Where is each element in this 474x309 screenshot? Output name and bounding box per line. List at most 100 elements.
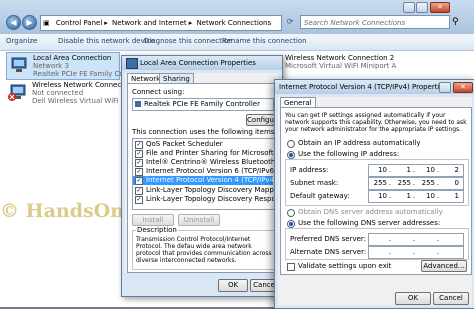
search-placeholder: Search Network Connections — [304, 19, 406, 27]
back-arrow-icon[interactable]: ◀ — [6, 15, 21, 30]
dialog-title: Internet Protocol Version 4 (TCP/IPv4) P… — [279, 83, 448, 91]
dialog-body: Networking Sharing Connect using: Realte… — [125, 73, 282, 273]
item-checkbox[interactable]: ✓ — [135, 141, 143, 149]
octet: 10 — [378, 192, 387, 200]
search-icon[interactable]: ⚲ — [452, 15, 464, 29]
tab-panel: You can get IP settings assigned automat… — [280, 107, 472, 275]
ip-address-field[interactable]: 10. 1. 10. 2 — [368, 164, 464, 177]
octet: 255 — [397, 179, 411, 187]
items-label: This connection uses the following items… — [132, 128, 277, 136]
radio-label: Use the following DNS server addresses: — [298, 219, 441, 227]
tab-panel: Connect using: Realtek PCIe FE Family Co… — [127, 83, 282, 273]
octet: 0 — [454, 179, 459, 187]
organize-button[interactable]: Organize — [6, 37, 37, 45]
network-icon — [126, 58, 138, 69]
gateway-label: Default gateway: — [290, 192, 350, 200]
ip-group: IP address: 10. 1. 10. 2 Subnet mask: 255. 2… — [285, 159, 469, 206]
dns-group: Preferred DNS server: ... Alternate DNS … — [285, 228, 469, 260]
item-label: QoS Packet Scheduler — [146, 140, 223, 148]
octet: 10 — [426, 166, 435, 174]
connection-name: Wireless Network Connection 2 — [285, 54, 395, 62]
uninstall-button[interactable]: Uninstall — [178, 214, 220, 226]
subnet-mask-field[interactable]: 255. 255. 255. 0 — [368, 177, 464, 190]
description-group: Description Transmission Control Protoco… — [132, 226, 276, 270]
help-button[interactable] — [439, 82, 451, 93]
breadcrumb-item[interactable]: Network Connections — [194, 19, 273, 27]
minimize-button[interactable] — [403, 2, 415, 13]
dns-alt-label: Alternate DNS server: — [290, 248, 367, 256]
item-label: Intel® Centrino® Wireless Bluetooth® 3.0… — [146, 158, 275, 166]
refresh-icon[interactable]: ⟳ — [284, 15, 296, 29]
octet: 255 — [373, 179, 387, 187]
default-gateway-field[interactable]: 10. 1. 10. 1 — [368, 190, 464, 203]
octet: 10 — [426, 192, 435, 200]
intro-text: You can get IP settings assigned automat… — [285, 112, 467, 133]
item-label: Link-Layer Topology Discovery Responder — [146, 195, 275, 203]
octet: 2 — [454, 166, 459, 174]
error-x-icon — [8, 93, 16, 101]
connection-adapter: Microsoft Virtual WiFi Miniport A — [285, 62, 397, 70]
preferred-dns-field[interactable]: ... — [368, 233, 464, 246]
advanced-button[interactable]: Advanced... — [421, 260, 467, 272]
item-label: Internet Protocol Version 6 (TCP/IPv6) — [146, 167, 276, 175]
ok-button[interactable]: OK — [395, 292, 431, 305]
octet: 1 — [406, 166, 411, 174]
mask-label: Subnet mask: — [290, 179, 339, 187]
breadcrumb-item[interactable]: Network and Internet — [110, 19, 189, 27]
dialog-body: General You can get IP settings assigned… — [278, 97, 472, 305]
forward-arrow-icon[interactable]: ▶ — [22, 15, 37, 30]
description-label: Description — [136, 226, 178, 234]
breadcrumb[interactable]: ▣ Control Panel ▸ Network and Internet ▸ N… — [40, 15, 282, 31]
ok-button[interactable]: OK — [218, 279, 248, 292]
connect-using-label: Connect using: — [132, 88, 185, 96]
item-checkbox[interactable]: ✓ — [135, 159, 143, 167]
adapter-name: Realtek PCIe FE Family Controller — [144, 100, 260, 108]
item-checkbox[interactable]: ✓ — [135, 168, 143, 176]
list-item[interactable]: Local Area Connection Network 3 Realtek … — [6, 52, 134, 80]
folder-icon: ▣ — [43, 19, 50, 27]
item-label: Internet Protocol Version 4 (TCP/IPv4) — [146, 176, 276, 184]
cancel-button[interactable]: Cancel — [433, 292, 469, 305]
ip-label: IP address: — [290, 166, 329, 174]
list-item-selected[interactable]: ✓ Internet Protocol Version 4 (TCP/IPv4) — [133, 176, 276, 185]
validate-label: Validate settings upon exit — [298, 262, 392, 270]
description-text: Transmission Control Protocol/Internet P… — [136, 236, 272, 264]
diagnose-button[interactable]: Diagnose this connection — [144, 37, 233, 45]
rename-button[interactable]: Rename this connection — [222, 37, 307, 45]
list-item[interactable]: Wireless Network Connection Not connecte… — [6, 80, 150, 106]
item-checkbox[interactable]: ✓ — [135, 187, 143, 195]
octet: 1 — [454, 192, 459, 200]
octet: 255 — [421, 179, 435, 187]
item-label: Link-Layer Topology Discovery Mapper I/O… — [146, 186, 275, 194]
ipv4-properties-dialog: Internet Protocol Version 4 (TCP/IPv4) P… — [274, 79, 474, 309]
command-bar: Organize Disable this network device Dia… — [0, 34, 474, 51]
disable-device-button[interactable]: Disable this network device — [58, 37, 155, 45]
octet: 10 — [378, 166, 387, 174]
item-checkbox[interactable]: ✓ — [135, 150, 143, 158]
item-label: File and Printer Sharing for Microsoft N… — [146, 149, 275, 157]
item-checkbox[interactable]: ✓ — [135, 177, 143, 185]
radio-icon[interactable] — [287, 151, 295, 159]
search-input[interactable]: Search Network Connections — [300, 15, 450, 29]
install-button[interactable]: Install — [132, 214, 174, 226]
radio-icon[interactable] — [287, 220, 295, 228]
validate-checkbox[interactable] — [287, 263, 295, 271]
breadcrumb-item[interactable]: Control Panel — [54, 19, 104, 27]
adapter-field: Realtek PCIe FE Family Controller — [132, 98, 274, 111]
list-item[interactable]: Wireless Network Connection 2 Microsoft … — [285, 54, 396, 70]
radio-icon[interactable] — [287, 140, 295, 148]
maximize-button[interactable] — [416, 2, 428, 13]
connection-status: Network 3 — [33, 62, 69, 70]
close-button[interactable]: ✕ — [453, 82, 473, 93]
item-checkbox[interactable]: ✓ — [135, 196, 143, 204]
address-bar-area: ✕ ◀ ▶ ▣ Control Panel ▸ Network and Inter… — [0, 0, 474, 35]
radio-label: Obtain DNS server address automatically — [298, 208, 443, 216]
dialog-title: Local Area Connection Properties — [140, 59, 256, 67]
alternate-dns-field[interactable]: ... — [368, 246, 464, 259]
adapter-icon — [135, 101, 141, 107]
radio-label: Use the following IP address: — [298, 150, 400, 158]
radio-icon[interactable] — [287, 209, 295, 217]
close-button[interactable]: ✕ — [430, 2, 450, 13]
items-list: ✓ QoS Packet Scheduler ✓ File and Printer … — [132, 138, 276, 210]
octet: 1 — [406, 192, 411, 200]
